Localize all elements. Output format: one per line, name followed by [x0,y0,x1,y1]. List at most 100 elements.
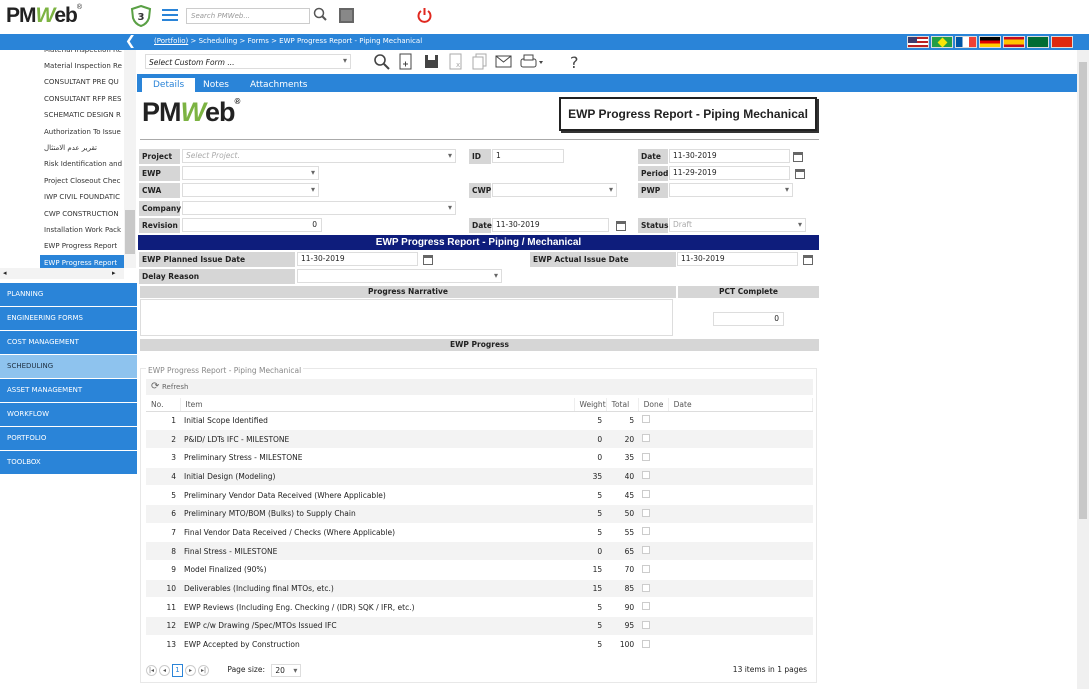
table-row[interactable]: 7 Final Vendor Data Received / Checks (Wh… [146,523,813,543]
tree-item[interactable]: CONSULTANT RFP RES [0,91,124,107]
breadcrumb-portfolio-link[interactable]: (Portfolio) [154,37,188,45]
col-header-done[interactable]: Done [638,398,669,412]
table-row[interactable]: 1 Initial Scope Identified 5 5 [146,411,813,431]
flag-spain-icon[interactable] [1003,36,1025,48]
tree-item[interactable]: Project Closeout Chec [0,173,124,189]
status-select[interactable]: Draft [669,218,806,232]
flag-china-icon[interactable] [1051,36,1073,48]
table-row[interactable]: 6 Preliminary MTO/BOM (Bulks) to Supply C… [146,504,813,524]
cell-date[interactable] [668,597,813,618]
done-checkbox[interactable] [642,527,651,536]
refresh-button[interactable]: ⟳ Refresh [146,379,813,395]
page-scrollbar[interactable] [1077,50,1089,689]
first-page-icon[interactable]: |◂ [146,664,157,676]
ewp-select[interactable] [182,166,319,180]
delay-reason-select[interactable] [297,269,502,283]
tree-item-selected[interactable]: EWP Progress Report [40,254,124,268]
tree-item[interactable]: Authorization To Issue [0,124,124,140]
tree-item[interactable]: CONSULTANT PRE QU [0,74,124,90]
done-checkbox[interactable] [642,508,651,517]
table-row[interactable]: 2 P&ID/ LDTs IFC - MILESTONE 0 20 [146,429,813,449]
help-icon[interactable]: ? [566,53,583,72]
table-row[interactable]: 3 Preliminary Stress - MILESTONE 0 35 [146,448,813,468]
tree-vertical-scrollbar[interactable] [124,50,136,268]
planned-date-field[interactable]: 11-30-2019 [297,252,418,266]
calendar-icon[interactable] [793,152,803,162]
col-header-item[interactable]: Item [180,398,575,412]
new-document-icon[interactable] [397,53,414,70]
print-icon[interactable] [520,53,544,70]
cell-date[interactable] [668,616,813,636]
done-checkbox[interactable] [642,546,651,555]
custom-form-select[interactable]: Select Custom Form ... [145,54,351,69]
menu-cost-management[interactable]: COST MANAGEMENT [0,331,137,354]
tree-horizontal-scrollbar[interactable]: ◂ ▸ [0,268,124,279]
tree-item[interactable]: Material Inspection Re [0,50,124,58]
tree-item[interactable]: EWP Progress Report [0,238,124,254]
col-header-date[interactable]: Date [668,398,814,412]
logout-power-icon[interactable] [416,7,433,24]
pwp-select[interactable] [669,183,793,197]
cell-date[interactable] [668,523,813,543]
cell-date[interactable] [668,485,813,505]
cwa-select[interactable] [182,183,319,197]
menu-scheduling[interactable]: SCHEDULING [0,355,137,378]
tab-attachments[interactable]: Attachments [239,78,318,92]
menu-portfolio[interactable]: PORTFOLIO [0,427,137,450]
table-row[interactable]: 4 Initial Design (Modeling) 35 40 [146,467,813,487]
menu-asset-management[interactable]: ASSET MANAGEMENT [0,379,137,402]
table-row[interactable]: 5 Preliminary Vendor Data Received (Where… [146,485,813,505]
menu-workflow[interactable]: WORKFLOW [0,403,137,426]
tree-item[interactable]: تقرير عدم الامتثال [0,140,124,156]
flag-us-icon[interactable] [907,36,929,48]
col-header-total[interactable]: Total [606,398,639,412]
delete-document-icon[interactable]: x [447,53,464,70]
calendar-icon[interactable] [423,255,433,265]
done-checkbox[interactable] [642,452,651,461]
tree-item[interactable]: CWP CONSTRUCTION [0,206,124,222]
tree-item[interactable]: Risk Identification and [0,156,124,172]
flag-brazil-icon[interactable] [931,36,953,48]
cwp-select[interactable] [492,183,617,197]
tree-item[interactable]: Installation Work Pack [0,222,124,238]
flag-france-icon[interactable] [955,36,977,48]
flag-germany-icon[interactable] [979,36,1001,48]
done-checkbox[interactable] [642,583,651,592]
collapse-left-chevron-icon[interactable]: ❮ [125,34,139,50]
menu-toolbox[interactable]: TOOLBOX [0,451,137,474]
tab-details[interactable]: Details [142,78,196,92]
date-field[interactable]: 11-30-2019 [669,149,790,163]
revision-field[interactable]: 0 [182,218,322,232]
table-row[interactable]: 10 Deliverables (Including final MTOs, et… [146,579,813,599]
page-size-select[interactable]: 20 [271,663,302,677]
table-row[interactable]: 13 EWP Accepted by Construction 5 100 [146,635,813,655]
calendar-icon[interactable] [616,221,626,231]
menu-planning[interactable]: PLANNING [0,283,137,306]
pct-field[interactable]: 0 [713,312,784,326]
pmweb-logo[interactable]: PMWeb® [6,4,116,30]
cell-date[interactable] [668,411,813,431]
save-icon[interactable] [423,53,440,70]
table-row[interactable]: 8 Final Stress - MILESTONE 0 65 [146,541,813,561]
last-page-icon[interactable]: ▸| [198,664,209,676]
done-checkbox[interactable] [642,639,651,648]
tree-item[interactable]: Material Inspection Re [0,58,124,74]
col-header-no[interactable]: No. [146,398,181,412]
cell-date[interactable] [668,504,813,524]
hamburger-menu-icon[interactable] [162,9,178,23]
cell-date[interactable] [668,560,813,580]
notifications-shield-icon[interactable]: 3 [130,4,152,28]
tree-item[interactable]: SCHEMATIC DESIGN R [0,107,124,123]
table-row[interactable]: 11 EWP Reviews (Including Eng. Checking /… [146,597,813,618]
email-icon[interactable] [495,53,512,70]
flag-saudi-icon[interactable] [1027,36,1049,48]
done-checkbox[interactable] [642,602,651,611]
prev-page-icon[interactable]: ◂ [159,664,170,676]
table-row[interactable]: 12 EWP c/w Drawing /Spec/MTOs Issued IFC 5… [146,616,813,636]
done-checkbox[interactable] [642,471,651,480]
search-icon[interactable] [373,53,390,70]
done-checkbox[interactable] [642,434,651,443]
menu-engineering-forms[interactable]: ENGINEERING FORMS [0,307,137,330]
done-checkbox[interactable] [642,415,651,424]
project-select[interactable]: Select Project. [182,149,456,163]
